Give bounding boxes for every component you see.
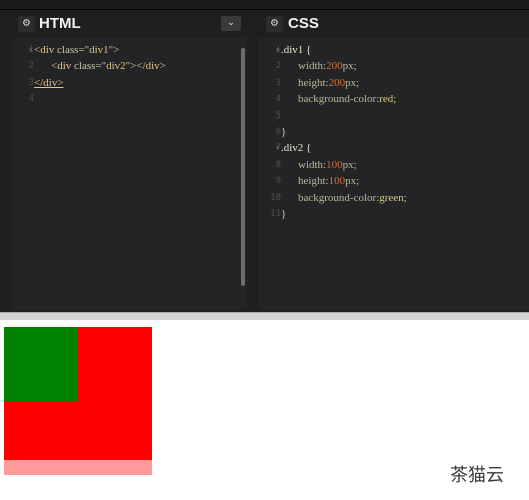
code-token: height: [298, 175, 329, 188]
css-panel-header: ⚙ CSS [259, 10, 529, 38]
code-line: ▾ .div1 { [276, 42, 521, 58]
code-line: background-color:green; [281, 190, 521, 206]
code-line: height:100px; [281, 173, 521, 189]
code-token: red; [379, 93, 397, 106]
code-line: } [281, 124, 521, 140]
code-token: ></div> [130, 60, 166, 73]
code-token: 100 [326, 158, 343, 171]
code-token: class= [57, 44, 85, 56]
line-number: 3 [28, 77, 34, 88]
line-number: 11 [270, 208, 281, 219]
html-vertical-scrollbar[interactable] [241, 48, 245, 286]
css-panel-title: CSS [288, 15, 319, 32]
code-token: px; [342, 60, 357, 73]
code-line: background-color:red; [281, 91, 521, 107]
html-code-editor[interactable]: 1 2 3 4 ▾ <div class="div1"> <div class="… [12, 38, 247, 310]
line-number: 4 [275, 94, 281, 105]
code-token: <div [51, 60, 75, 73]
html-editor-panel: ⚙ HTML ⌄ 1 2 3 4 ▾ <div class="div1"> <di… [0, 10, 247, 310]
code-token: 100 [328, 175, 346, 188]
css-line-gutter: 1 2 3 4 5 6 7 8 9 10 11 [259, 42, 281, 222]
code-token: px; [345, 76, 360, 89]
code-line: </div> [34, 75, 239, 91]
css-code-editor[interactable]: 1 2 3 4 5 6 7 8 9 10 11 ▾ .div1 { width:2… [259, 38, 529, 310]
code-token: class= [74, 60, 102, 73]
code-token: .div2 { [281, 142, 312, 155]
top-bar [0, 0, 529, 10]
code-token: "div1" [84, 44, 114, 56]
code-token: } [281, 125, 287, 138]
line-number: 3 [275, 77, 281, 88]
line-number: 8 [275, 159, 281, 170]
fold-arrow-icon[interactable]: ▾ [29, 42, 33, 58]
code-token: 200 [326, 60, 343, 73]
code-token: width: [298, 60, 327, 73]
line-number: 6 [275, 126, 281, 137]
code-token: width: [298, 158, 327, 171]
html-panel-title: HTML [39, 15, 81, 32]
html-code-lines: ▾ <div class="div1"> <div class="div2"></… [29, 42, 239, 108]
editor-result-divider[interactable] [0, 312, 529, 320]
code-token: "div2" [101, 60, 131, 73]
css-editor-panel: ⚙ CSS 1 2 3 4 5 6 7 8 9 10 11 ▾ .div1 { w… [259, 10, 529, 310]
css-code-lines: ▾ .div1 { width:200px; height:200px; back… [276, 42, 521, 222]
watermark-text: 茶猫云 [450, 465, 504, 486]
div2-green-box [4, 327, 78, 401]
code-token: px; [345, 175, 360, 188]
code-token: px; [342, 158, 357, 171]
line-number: 2 [275, 61, 281, 72]
line-number: 5 [275, 110, 281, 121]
code-line: ▾ <div class="div1"> [29, 42, 239, 58]
code-token: background-color: [298, 93, 380, 106]
code-line: ▾ .div2 { [276, 140, 521, 156]
code-token: green; [379, 191, 407, 204]
code-line: <div class="div2"></div> [34, 58, 239, 74]
line-number: 10 [270, 192, 281, 203]
code-token: } [281, 207, 287, 220]
code-line: width:200px; [281, 58, 521, 74]
html-panel-header: ⚙ HTML ⌄ [0, 10, 247, 38]
code-line: height:200px; [281, 75, 521, 91]
preview-fade-strip [4, 460, 152, 475]
code-line: } [281, 206, 521, 222]
css-settings-gear-icon[interactable]: ⚙ [266, 16, 283, 32]
line-number: 9 [275, 176, 281, 187]
code-token: 200 [328, 76, 346, 89]
fold-arrow-icon[interactable]: ▾ [276, 140, 280, 156]
line-number: 4 [28, 94, 34, 105]
line-number: 2 [28, 61, 34, 72]
code-token: .div1 { [281, 44, 312, 56]
html-settings-gear-icon[interactable]: ⚙ [18, 16, 35, 32]
fold-arrow-icon[interactable]: ▾ [276, 42, 280, 58]
code-token: </div> [34, 76, 64, 89]
html-dropdown-chevron-down-icon[interactable]: ⌄ [221, 16, 241, 31]
code-token: > [113, 44, 120, 56]
code-token: height: [298, 76, 329, 89]
code-token: background-color: [298, 191, 380, 204]
code-line: width:100px; [281, 157, 521, 173]
code-token: <div [34, 44, 58, 56]
